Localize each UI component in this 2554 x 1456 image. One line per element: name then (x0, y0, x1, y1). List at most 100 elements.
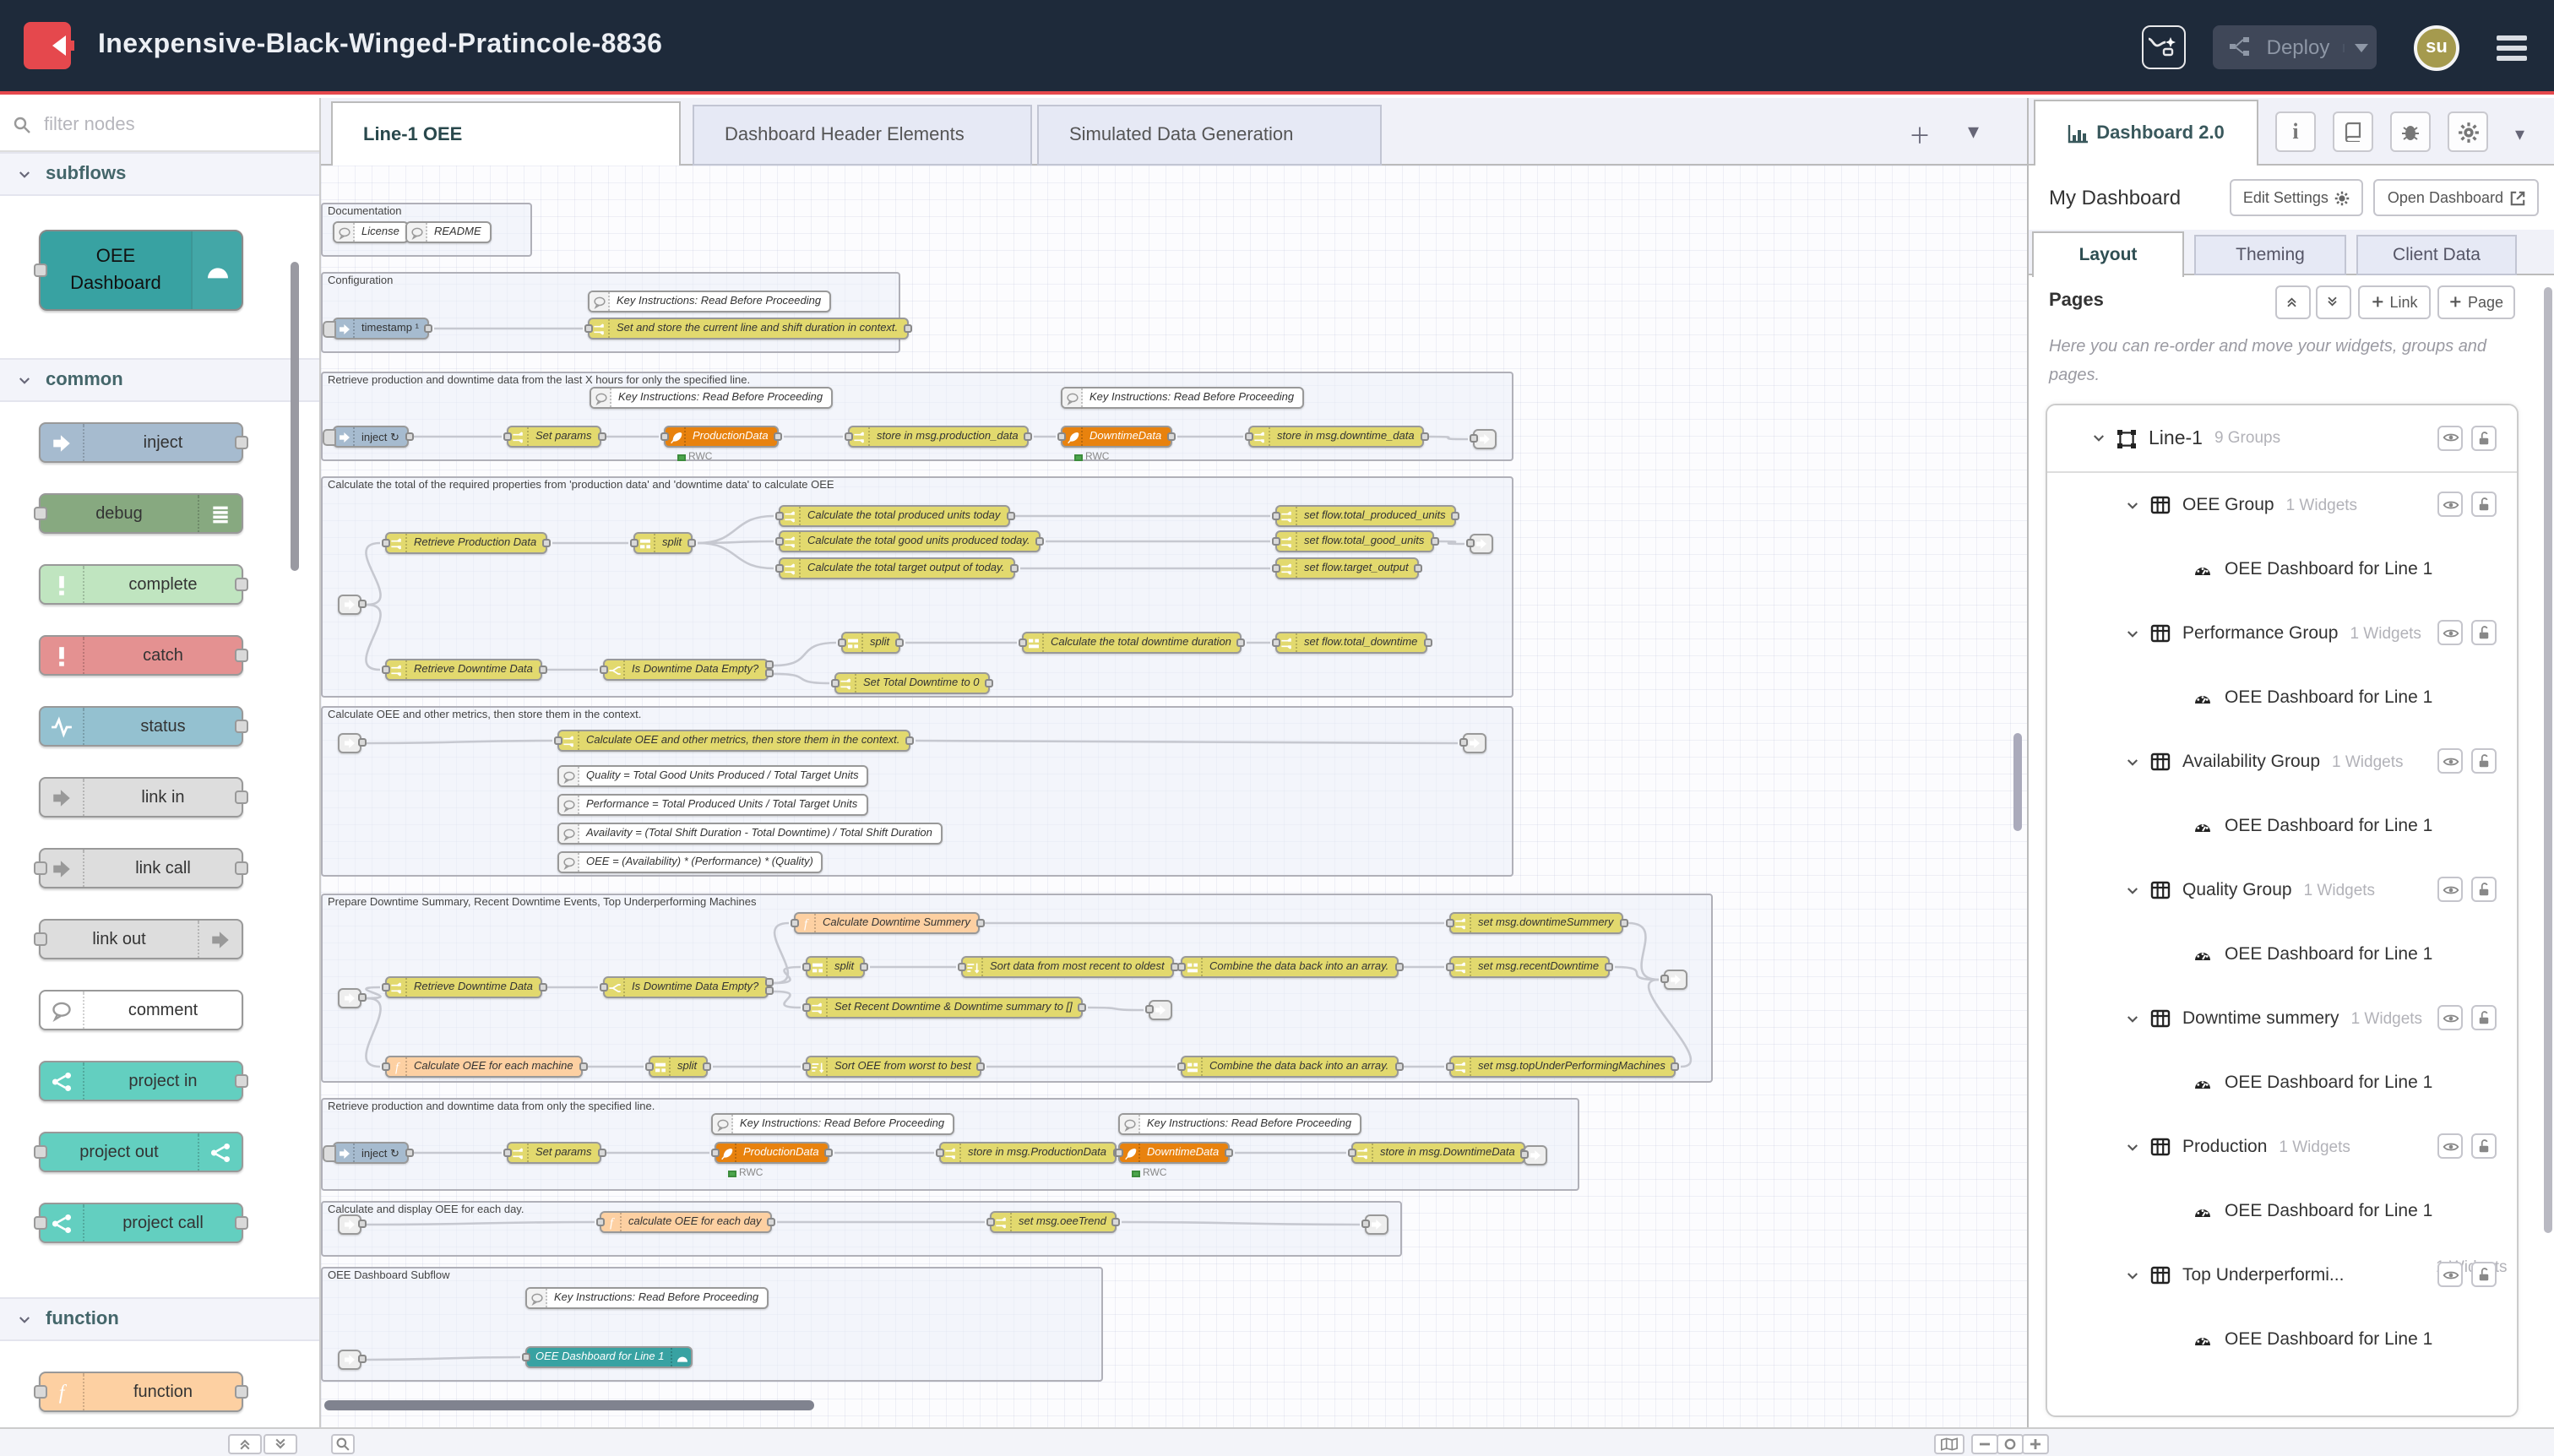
sidebar-tab-layout[interactable]: Layout (2032, 231, 2184, 277)
flow-node-change[interactable]: Calculate OEE and other metrics, then st… (557, 730, 910, 752)
palette-node-comment[interactable]: comment (39, 990, 243, 1030)
link-in-node[interactable] (338, 595, 361, 615)
flow-node-change[interactable]: Retrieve Production Data (385, 532, 546, 554)
flow-node-comment[interactable]: README (405, 221, 492, 243)
tree-widget-row[interactable]: OEE Dashboard for Line 1 (2047, 794, 2517, 858)
flow-node-sort[interactable]: Sort data from most recent to oldest (961, 956, 1175, 978)
tree-group-row[interactable]: Quality Group1 Widgets (2047, 858, 2517, 922)
flow-node-change[interactable]: Set and store the current line and shift… (588, 318, 908, 340)
flow-node-subflow[interactable]: OEE Dashboard for Line 1 (525, 1346, 693, 1368)
inject-button[interactable] (323, 428, 336, 445)
link-out-node[interactable] (1664, 970, 1687, 990)
visibility-eye-button[interactable] (2437, 748, 2463, 774)
flow-node-inject[interactable]: inject ↻ (333, 1142, 410, 1164)
flow-node-change[interactable]: store in msg.downtime_data (1248, 426, 1425, 448)
link-out-node[interactable] (1524, 1145, 1547, 1165)
palette-node-link-call[interactable]: link call (39, 848, 243, 888)
flow-node-join[interactable]: Calculate the total downtime duration (1022, 632, 1242, 654)
tree-widget-row[interactable]: OEE Dashboard for Line 1 (2047, 922, 2517, 986)
debug-bug-button[interactable] (2390, 111, 2431, 152)
unlock-button[interactable] (2471, 425, 2497, 450)
sidebar-scrollbar[interactable] (2544, 287, 2552, 1233)
flow-node-switch[interactable]: Is Downtime Data Empty? (603, 659, 769, 681)
flow-node-change[interactable]: Calculate the total good units produced … (779, 530, 1041, 552)
visibility-eye-button[interactable] (2437, 877, 2463, 902)
sidebar-tab-client-data[interactable]: Client Data (2356, 235, 2517, 275)
palette-node-project-out[interactable]: project out (39, 1132, 243, 1172)
canvas-search-button[interactable] (331, 1433, 355, 1453)
flow-group[interactable]: Retrieve production and downtime data fr… (321, 372, 1513, 461)
tree-group-row[interactable]: Top Underperformi...1 Widgets (2047, 1243, 2517, 1307)
navigator-map-button[interactable] (1934, 1433, 1964, 1453)
settings-gear-button[interactable] (2448, 111, 2488, 152)
flow-canvas[interactable]: DocumentationConfigurationRetrieve produ… (321, 166, 2027, 1427)
palette-search[interactable] (0, 98, 319, 152)
flow-node-change[interactable]: Calculate the total produced units today (779, 505, 1010, 527)
ai-assistant-icon[interactable] (2142, 25, 2186, 69)
tree-widget-row[interactable]: OEE Dashboard for Line 1 (2047, 537, 2517, 601)
palette-scrollbar[interactable] (291, 262, 299, 571)
edit-settings-button[interactable]: Edit Settings (2230, 179, 2364, 216)
unlock-button[interactable] (2471, 620, 2497, 645)
flow-node-func[interactable]: fCalculate Downtime Summery (794, 912, 981, 934)
tree-widget-row[interactable]: OEE Dashboard for Line 1 (2047, 1051, 2517, 1115)
flow-node-inject[interactable]: inject ↻ (333, 426, 410, 448)
palette-node-link-out[interactable]: link out (39, 919, 243, 959)
palette-node-debug[interactable]: debug (39, 493, 243, 534)
flow-node-change[interactable]: Retrieve Downtime Data (385, 659, 543, 681)
flow-node-func[interactable]: fCalculate OEE for each machine (385, 1056, 584, 1078)
flow-node-comment[interactable]: Key Instructions: Read Before Proceeding (525, 1287, 769, 1309)
flow-node-split[interactable]: split (806, 956, 864, 978)
flow-node-change[interactable]: set flow.total_downtime (1275, 632, 1427, 654)
flow-node-comment[interactable]: Quality = Total Good Units Produced / To… (557, 765, 869, 787)
visibility-eye-button[interactable] (2437, 1262, 2463, 1287)
flow-node-change[interactable]: store in msg.ProductionData (939, 1142, 1117, 1164)
flow-node-change[interactable]: set msg.topUnderPerformingMachines (1449, 1056, 1676, 1078)
flow-node-comment[interactable]: Key Instructions: Read Before Proceeding (590, 387, 833, 409)
tree-widget-row[interactable]: OEE Dashboard for Line 1 (2047, 1179, 2517, 1243)
link-in-node[interactable] (338, 733, 361, 753)
palette-collapse-down-button[interactable] (264, 1433, 297, 1453)
palette-node-project-in[interactable]: project in (39, 1061, 243, 1101)
flow-node-change[interactable]: Set params (507, 1142, 602, 1164)
palette-node-complete[interactable]: complete (39, 564, 243, 605)
flow-node-comment[interactable]: OEE = (Availability) * (Performance) * (… (557, 851, 823, 873)
flow-node-change[interactable]: store in msg.production_data (848, 426, 1029, 448)
flow-node-change[interactable]: set msg.oeeTrend (990, 1211, 1117, 1233)
zoom-out-button[interactable] (1971, 1433, 1998, 1453)
flow-tab-3[interactable]: Simulated Data Generation (1037, 105, 1382, 166)
palette-node-oee-dashboard[interactable]: OEEDashboard (39, 230, 243, 311)
move-down-button[interactable] (2316, 285, 2351, 319)
open-dashboard-button[interactable]: Open Dashboard (2374, 179, 2539, 216)
link-in-node[interactable] (338, 988, 361, 1008)
flow-node-join[interactable]: Combine the data back into an array. (1181, 1056, 1399, 1078)
flow-node-change[interactable]: Set params (507, 426, 602, 448)
palette-node-link-in[interactable]: link in (39, 777, 243, 818)
link-out-node[interactable] (1365, 1214, 1388, 1235)
unlock-button[interactable] (2471, 1133, 2497, 1159)
tree-group-row[interactable]: Production1 Widgets (2047, 1115, 2517, 1179)
flow-node-change[interactable]: set msg.downtimeSummery (1449, 912, 1623, 934)
palette-node-function[interactable]: ffunction (39, 1372, 243, 1412)
flow-node-comment[interactable]: Availavity = (Total Shift Duration - Tot… (557, 823, 943, 845)
help-book-button[interactable] (2333, 111, 2373, 152)
search-input[interactable] (41, 112, 277, 136)
palette-node-status[interactable]: status (39, 706, 243, 747)
zoom-in-button[interactable] (2022, 1433, 2049, 1453)
tab-dashboard-2.0[interactable]: Dashboard 2.0 (2034, 100, 2258, 166)
unlock-button[interactable] (2471, 1262, 2497, 1287)
flow-tab-1[interactable]: Line-1 OEE (331, 101, 681, 166)
link-in-node[interactable] (338, 1214, 361, 1235)
flow-node-func[interactable]: fcalculate OEE for each day (600, 1211, 772, 1233)
zoom-reset-button[interactable] (1997, 1433, 2024, 1453)
flow-node-change[interactable]: set flow.total_produced_units (1275, 505, 1456, 527)
palette-section-function[interactable]: function (0, 1297, 319, 1341)
flow-node-comment[interactable]: Key Instructions: Read Before Proceeding (1118, 1113, 1361, 1135)
flow-node-db[interactable]: DowntimeData (1118, 1142, 1229, 1164)
palette-collapse-up-button[interactable] (228, 1433, 262, 1453)
palette-node-project-call[interactable]: project call (39, 1203, 243, 1243)
flow-node-change[interactable]: set flow.total_good_units (1275, 530, 1434, 552)
deploy-options-caret[interactable] (2343, 43, 2377, 52)
canvas-vscrollbar[interactable] (2013, 733, 2022, 831)
flow-node-join[interactable]: Combine the data back into an array. (1181, 956, 1399, 978)
